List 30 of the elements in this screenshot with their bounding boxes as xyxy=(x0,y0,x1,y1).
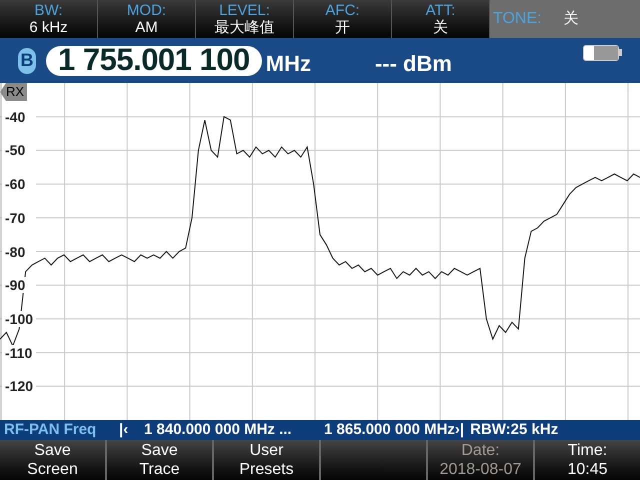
channel-badge: B xyxy=(18,48,36,74)
start-frequency: 1 840.000 000 MHz ... xyxy=(144,420,293,440)
setting-button[interactable]: AFC: 开 xyxy=(294,0,391,38)
start-icon: |‹ xyxy=(119,418,144,442)
softkey-button[interactable]: Save Screen xyxy=(0,440,105,480)
frequency-field[interactable]: 1 755.001 100 xyxy=(46,46,262,76)
trace-marker: RX xyxy=(0,83,28,101)
tone-label: TONE: xyxy=(493,9,542,29)
frequency-unit: MHz xyxy=(266,50,311,78)
axis-label: -50 xyxy=(2,142,36,158)
axis-label: -120 xyxy=(2,378,36,394)
level-reading: --- dBm xyxy=(374,50,452,78)
softkey-button: Date: 2018-08-07 xyxy=(428,440,533,480)
mode-label: RF-PAN Freq xyxy=(4,420,98,440)
axis-label: -100 xyxy=(2,310,36,327)
setting-button[interactable]: ATT: 关 xyxy=(392,0,489,38)
rbw-label: RBW:25 kHz xyxy=(470,420,558,440)
setting-button[interactable]: MOD: AM xyxy=(98,0,195,38)
axis-label: -110 xyxy=(2,344,36,361)
tone-value: 关 xyxy=(564,8,579,29)
setting-button[interactable]: BW: 6 kHz xyxy=(0,0,97,38)
stop-icon: ›| xyxy=(454,418,464,442)
axis-label: -90 xyxy=(2,277,36,294)
softkey-button[interactable]: Time: 10:45 xyxy=(535,440,640,480)
battery-icon xyxy=(583,44,622,60)
setting-button[interactable]: LEVEL: 最大峰值 xyxy=(196,0,293,38)
softkey-button[interactable]: Save Trace xyxy=(107,440,212,480)
axis-label: -60 xyxy=(2,176,36,192)
stop-frequency: 1 865.000 000 MHz xyxy=(324,420,455,440)
softkey-button[interactable]: User Presets xyxy=(214,440,319,480)
